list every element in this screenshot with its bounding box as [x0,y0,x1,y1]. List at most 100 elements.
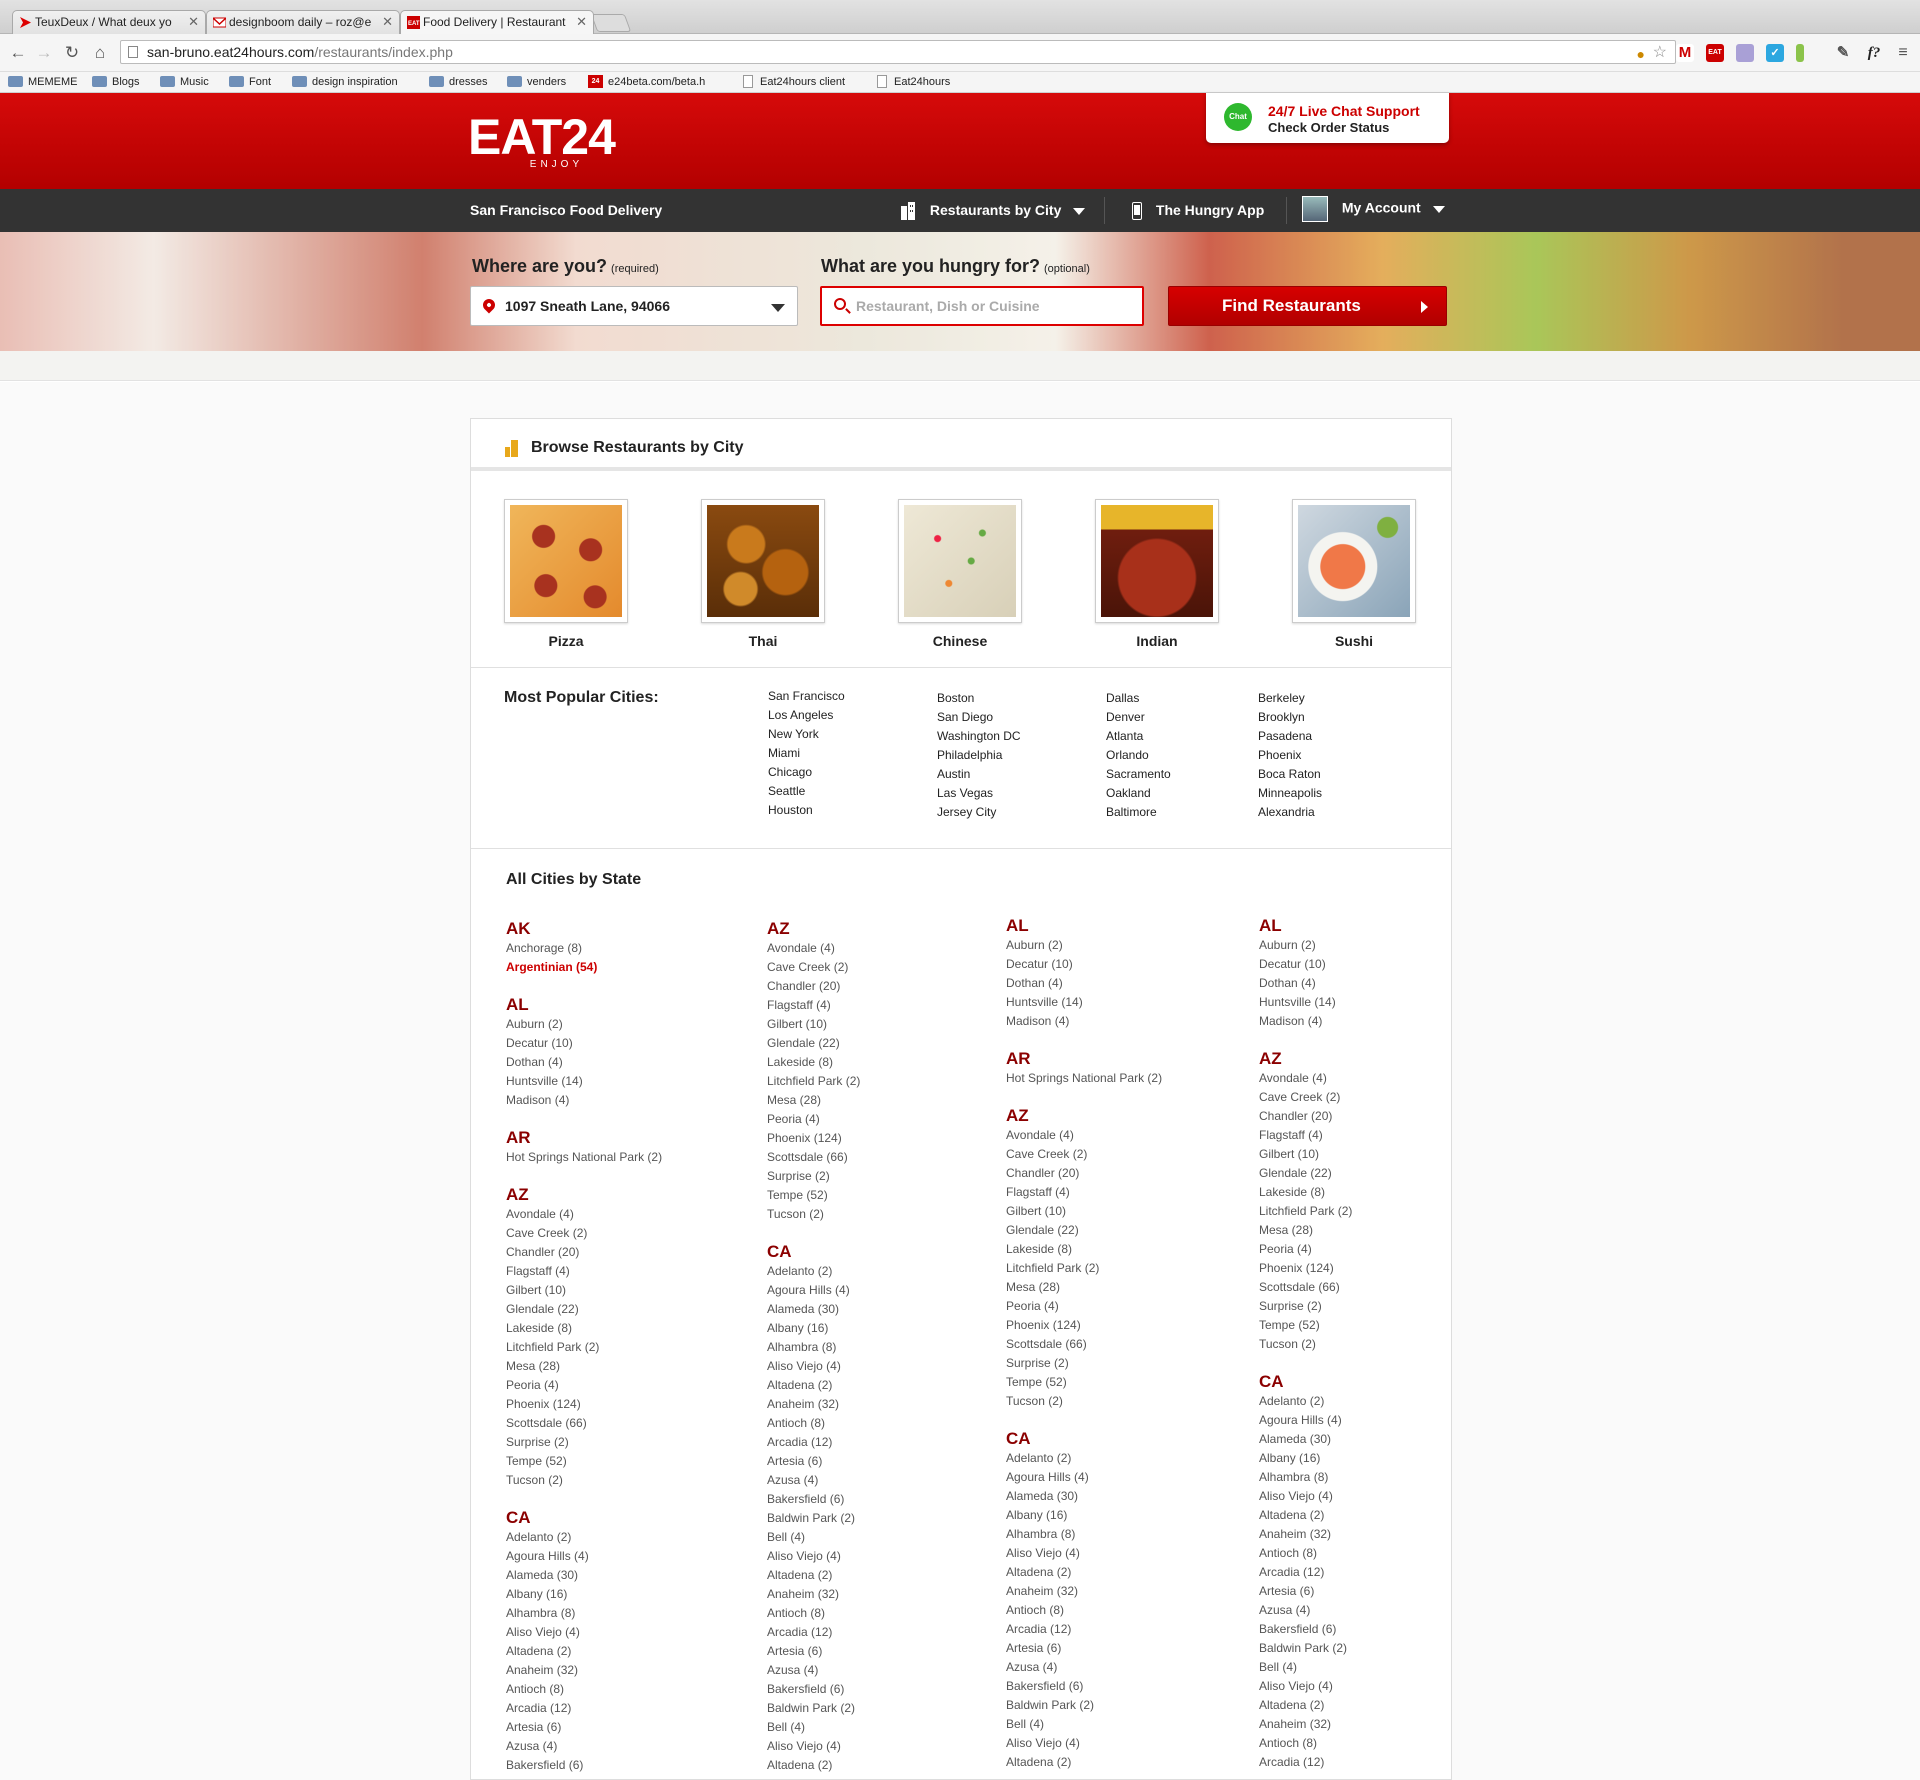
state-heading[interactable]: AL [506,995,662,1015]
city-link[interactable]: Alhambra (8) [767,1338,860,1357]
city-link[interactable]: Chandler (20) [506,1243,662,1262]
city-link[interactable]: Baldwin Park (2) [767,1509,860,1528]
city-link[interactable]: Mesa (28) [1006,1278,1162,1297]
city-link[interactable]: Dothan (4) [1006,974,1162,993]
city-link[interactable]: Lakeside (8) [506,1319,662,1338]
city-link[interactable]: Auburn (2) [1006,936,1162,955]
find-restaurants-button[interactable]: Find Restaurants [1168,286,1447,326]
city-link[interactable]: Gilbert (10) [1259,1145,1352,1164]
address-bar[interactable]: san-bruno.eat24hours.com/restaurants/ind… [120,40,1676,64]
city-link[interactable]: Antioch (8) [1259,1734,1352,1753]
fontface-extension-icon[interactable]: f? [1862,44,1886,62]
popular-city-link[interactable]: Atlanta [1106,727,1171,746]
city-link[interactable]: Arcadia (12) [1006,1620,1162,1639]
bookmark-folder-design-inspiration[interactable]: design inspiration [292,75,398,89]
city-link[interactable]: Altadena (2) [1259,1696,1352,1715]
my-account-menu[interactable]: My Account [1302,196,1445,222]
popular-city-link[interactable]: Las Vegas [937,784,1021,803]
city-link[interactable]: Tempe (52) [767,1186,860,1205]
state-heading[interactable]: AR [1006,1049,1162,1069]
city-link[interactable]: Litchfield Park (2) [506,1338,662,1357]
city-link[interactable]: Flagstaff (4) [767,996,860,1015]
bookmark-eat24hours-client[interactable]: Eat24hours client [740,75,845,89]
close-tab-icon[interactable]: ✕ [188,11,199,33]
city-link[interactable]: Tucson (2) [1006,1392,1162,1411]
popular-city-link[interactable]: Seattle [768,782,845,801]
close-tab-icon[interactable]: ✕ [382,11,393,33]
city-link[interactable]: Arcadia (12) [1259,1753,1352,1772]
cookie-blocked-icon[interactable]: ● [1637,43,1645,65]
city-link[interactable]: Dothan (4) [1259,974,1352,993]
bookmark-e24beta[interactable]: 24 e24beta.com/beta.h [588,75,705,89]
city-link[interactable]: Antioch (8) [767,1604,860,1623]
popular-city-link[interactable]: Miami [768,744,845,763]
check-order-status-link[interactable]: Check Order Status [1268,120,1389,135]
cuisine-card-pizza[interactable]: Pizza [504,499,628,649]
city-link[interactable]: Gilbert (10) [767,1015,860,1034]
city-link[interactable]: Hot Springs National Park (2) [506,1148,662,1167]
city-link[interactable]: Huntsville (14) [506,1072,662,1091]
city-link[interactable]: Artesia (6) [767,1452,860,1471]
city-link[interactable]: Avondale (4) [1259,1069,1352,1088]
city-link[interactable]: Adelanto (2) [767,1262,860,1281]
city-link[interactable]: Baldwin Park (2) [1006,1696,1162,1715]
hungry-app-link[interactable]: The Hungry App [1132,202,1264,221]
popular-city-link[interactable]: Brooklyn [1258,708,1322,727]
eat24-extension-icon[interactable]: EAT [1706,44,1724,62]
city-link[interactable]: Avondale (4) [767,939,860,958]
city-link[interactable]: Scottsdale (66) [506,1414,662,1433]
city-link[interactable]: Adelanto (2) [506,1528,662,1547]
city-link[interactable]: Agoura Hills (4) [767,1281,860,1300]
city-link[interactable]: Gilbert (10) [506,1281,662,1300]
city-link[interactable]: Flagstaff (4) [1006,1183,1162,1202]
city-link[interactable]: Peoria (4) [767,1110,860,1129]
city-link[interactable]: Alhambra (8) [506,1604,662,1623]
city-link[interactable]: Antioch (8) [767,1414,860,1433]
city-link[interactable]: Azusa (4) [1259,1601,1352,1620]
city-link[interactable]: Aliso Viejo (4) [767,1357,860,1376]
city-link[interactable]: Antioch (8) [506,1680,662,1699]
cuisine-card-indian[interactable]: Indian [1095,499,1219,649]
city-link[interactable]: Gilbert (10) [1006,1202,1162,1221]
city-link[interactable]: Decatur (10) [1006,955,1162,974]
city-link[interactable]: Anaheim (32) [1259,1525,1352,1544]
city-link[interactable]: Huntsville (14) [1006,993,1162,1012]
city-link[interactable]: Cave Creek (2) [767,958,860,977]
city-link[interactable]: Avondale (4) [1006,1126,1162,1145]
state-heading[interactable]: AK [506,919,662,939]
popular-city-link[interactable]: Sacramento [1106,765,1171,784]
city-link[interactable]: Glendale (22) [1006,1221,1162,1240]
eat24-logo[interactable]: EAT24 ENJOY [468,112,616,170]
state-heading[interactable]: AZ [1259,1049,1352,1069]
bookmark-folder-font[interactable]: Font [229,75,271,89]
city-link[interactable]: Alameda (30) [1259,1430,1352,1449]
city-link[interactable]: Phoenix (124) [1006,1316,1162,1335]
city-link[interactable]: Aliso Viejo (4) [506,1623,662,1642]
city-link[interactable]: Aliso Viejo (4) [1006,1544,1162,1563]
cuisine-card-chinese[interactable]: Chinese [898,499,1022,649]
city-link[interactable]: Anaheim (32) [506,1661,662,1680]
state-heading[interactable]: AL [1006,916,1162,936]
city-link[interactable]: Anaheim (32) [1259,1715,1352,1734]
city-link[interactable]: Tempe (52) [1006,1373,1162,1392]
city-link[interactable]: Agoura Hills (4) [1006,1468,1162,1487]
popular-city-link[interactable]: Jersey City [937,803,1021,822]
city-link[interactable]: Mesa (28) [1259,1221,1352,1240]
cuisine-search-input[interactable]: Restaurant, Dish or Cuisine [820,286,1144,326]
city-link[interactable]: Tucson (2) [506,1471,662,1490]
city-link[interactable]: Aliso Viejo (4) [1259,1677,1352,1696]
state-heading[interactable]: CA [767,1242,860,1262]
city-link[interactable]: Agoura Hills (4) [506,1547,662,1566]
home-icon[interactable]: ⌂ [90,43,110,63]
city-link[interactable]: Litchfield Park (2) [767,1072,860,1091]
city-link[interactable]: Bakersfield (6) [1006,1677,1162,1696]
city-link[interactable]: Scottsdale (66) [1006,1335,1162,1354]
city-link[interactable]: Bakersfield (6) [1259,1620,1352,1639]
city-link[interactable]: Peoria (4) [506,1376,662,1395]
popular-city-link[interactable]: Chicago [768,763,845,782]
forward-arrow-icon[interactable]: → [34,43,54,63]
city-link[interactable]: Azusa (4) [767,1661,860,1680]
city-link[interactable]: Artesia (6) [506,1718,662,1737]
popular-city-link[interactable]: Oakland [1106,784,1171,803]
popular-city-link[interactable]: Boca Raton [1258,765,1322,784]
